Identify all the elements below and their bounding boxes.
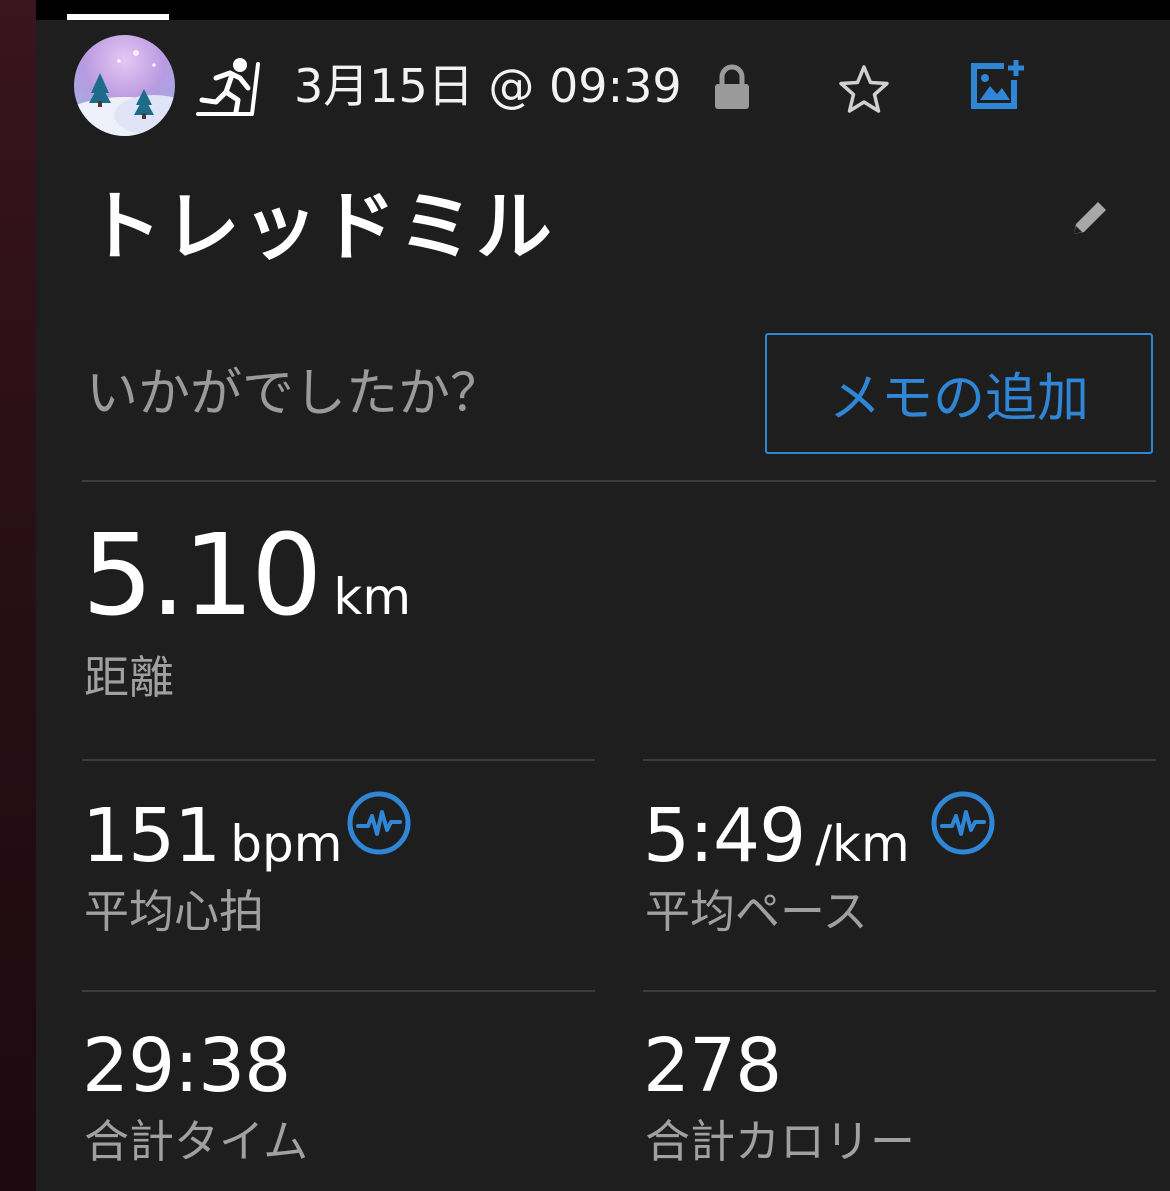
user-avatar[interactable]	[74, 35, 175, 136]
activity-title: トレッドミル	[86, 182, 554, 271]
avg-pace-value-group: 5:49/km	[643, 796, 910, 876]
total-time-label: 合計タイム	[84, 1115, 309, 1168]
star-icon[interactable]	[838, 64, 890, 114]
divider	[82, 759, 595, 761]
distance-value: 5.10	[82, 511, 322, 641]
add-memo-button[interactable]: メモの追加	[765, 333, 1153, 454]
total-calories-value: 278	[643, 1023, 782, 1109]
treadmill-running-icon	[196, 58, 260, 116]
avatar-winter-scene	[74, 50, 175, 136]
distance-value-group: 5.10 km	[82, 518, 411, 634]
avg-heart-rate-value-group: 151 bpm	[82, 796, 342, 876]
pencil-icon[interactable]	[1068, 196, 1112, 240]
distance-unit: km	[333, 568, 412, 626]
distance-label: 距離	[84, 651, 175, 704]
divider	[643, 990, 1156, 992]
total-calories-value-group: 278	[643, 1023, 782, 1109]
top-bar	[36, 0, 1170, 20]
total-time-value: 29:38	[82, 1023, 291, 1109]
avg-heart-rate-value: 151	[82, 793, 221, 879]
divider	[643, 759, 1156, 761]
background-strip	[0, 0, 36, 1191]
lock-icon[interactable]	[712, 64, 752, 110]
total-calories-label: 合計カロリー	[645, 1115, 916, 1168]
how-was-it-prompt: いかがでしたか？	[86, 364, 503, 424]
activity-date-time: 3月15日 @ 09:39	[294, 59, 682, 113]
avg-heart-rate-unit: bpm	[230, 815, 343, 873]
divider	[82, 480, 1156, 482]
add-photo-icon[interactable]	[970, 58, 1026, 110]
total-time-value-group: 29:38	[82, 1023, 291, 1109]
heart-rate-chart-icon[interactable]	[346, 790, 412, 856]
avg-pace-unit: /km	[815, 815, 910, 873]
divider	[82, 990, 595, 992]
pace-chart-icon[interactable]	[930, 790, 996, 856]
avg-pace-label: 平均ペース	[645, 885, 868, 938]
avg-pace-value: 5:49	[643, 793, 806, 879]
avg-heart-rate-label: 平均心拍	[84, 885, 265, 938]
